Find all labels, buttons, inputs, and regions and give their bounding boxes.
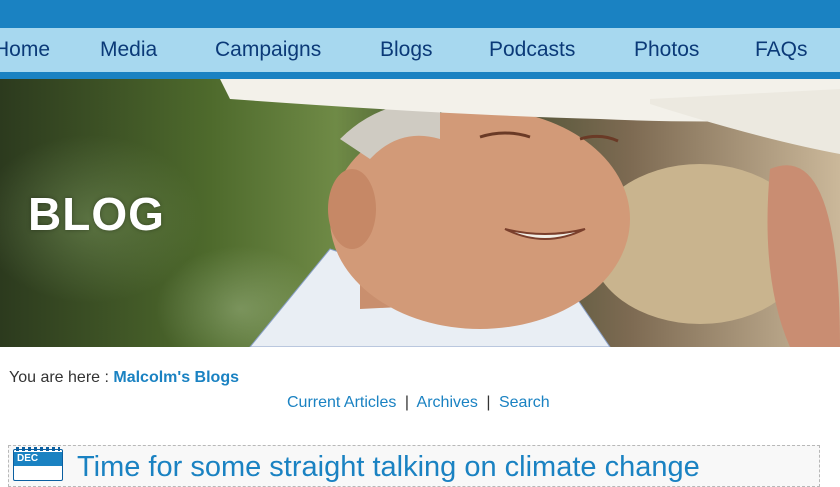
breadcrumb-prefix: You are here : xyxy=(9,369,114,386)
breadcrumb-link-malcolms-blogs[interactable]: Malcolm's Blogs xyxy=(113,369,239,386)
nav-item-podcasts[interactable]: Podcasts xyxy=(489,37,575,63)
blog-subnav: Current Articles | Archives | Search xyxy=(287,394,550,412)
nav-item-campaigns[interactable]: Campaigns xyxy=(215,37,321,63)
subnav-separator: | xyxy=(486,394,491,411)
subnav-separator: | xyxy=(404,394,409,411)
hero-title: BLOG xyxy=(28,188,165,240)
calendar-icon: DEC xyxy=(13,447,63,481)
calendar-rings xyxy=(16,447,60,451)
nav-item-home[interactable]: Home xyxy=(0,37,50,63)
hero-banner: BLOG xyxy=(0,79,840,347)
post-header: DEC Time for some straight talking on cl… xyxy=(8,445,820,487)
nav-item-media[interactable]: Media xyxy=(100,37,157,63)
calendar-month: DEC xyxy=(14,452,62,466)
search-link[interactable]: Search xyxy=(499,394,550,411)
post-title-link[interactable]: Time for some straight talking on climat… xyxy=(77,450,700,484)
nav-item-photos[interactable]: Photos xyxy=(634,37,699,63)
nav-item-blogs[interactable]: Blogs xyxy=(380,37,433,63)
current-articles-link[interactable]: Current Articles xyxy=(287,394,396,411)
top-banner-bar xyxy=(0,0,840,28)
breadcrumb: You are here : Malcolm's Blogs xyxy=(9,369,239,387)
main-nav: Home Media Campaigns Blogs Podcasts Phot… xyxy=(0,28,840,79)
archives-link[interactable]: Archives xyxy=(417,394,478,411)
nav-item-faqs[interactable]: FAQs xyxy=(755,37,808,63)
